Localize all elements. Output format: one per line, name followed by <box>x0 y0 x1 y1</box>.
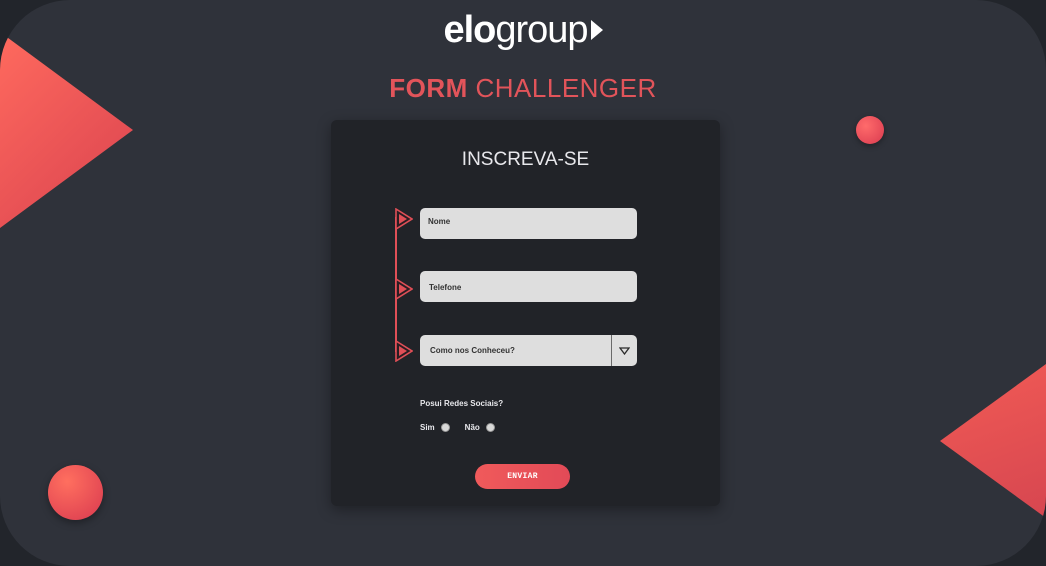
chevron-down-icon <box>619 346 630 355</box>
name-input-placeholder: Nome <box>428 217 451 226</box>
timeline-marker-icon <box>395 340 413 362</box>
page-title-bold: FORM <box>389 73 468 103</box>
app-background: elogroup FORM CHALLENGER INSCREVA-SE Nom… <box>0 0 1046 566</box>
radio-no[interactable] <box>485 422 495 432</box>
logo-bold-text: elo <box>443 9 496 51</box>
page-title: FORM CHALLENGER <box>0 72 1046 104</box>
submit-button[interactable]: ENVIAR <box>475 464 570 489</box>
elogroup-logo: elogroup <box>0 8 1046 52</box>
signup-card: INSCREVA-SE Nome Telefone Como nos Conhe… <box>331 120 720 506</box>
decorative-circle-large <box>48 465 103 520</box>
social-question-label: Posui Redes Sociais? <box>420 399 504 408</box>
source-select-placeholder: Como nos Conheceu? <box>430 346 515 355</box>
form-title: INSCREVA-SE <box>461 149 590 170</box>
source-select[interactable]: Como nos Conheceu? <box>420 335 637 366</box>
radio-no-label: Não <box>464 422 480 432</box>
decorative-circle-small <box>856 116 884 144</box>
select-dropdown-button[interactable] <box>611 335 637 366</box>
logo-light-text: group <box>495 9 588 51</box>
social-radio-group: Sim Não <box>420 421 510 433</box>
radio-yes[interactable] <box>440 422 450 432</box>
decorative-triangle-right <box>940 364 1046 518</box>
phone-input-placeholder: Telefone <box>429 283 462 292</box>
radio-yes-label: Sim <box>420 422 435 432</box>
decorative-triangle-left <box>0 32 133 228</box>
page-title-rest: CHALLENGER <box>475 73 657 103</box>
timeline-marker-icon <box>395 208 413 230</box>
name-input[interactable]: Nome <box>420 208 637 239</box>
play-icon <box>590 20 603 40</box>
timeline-marker-icon <box>395 278 413 300</box>
phone-input[interactable]: Telefone <box>420 271 637 302</box>
